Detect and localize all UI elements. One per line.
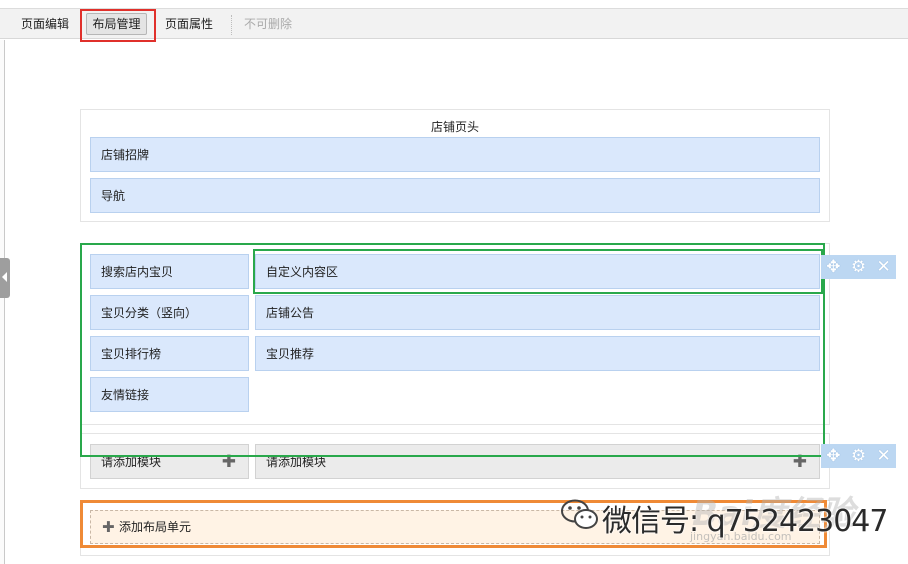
left-panel-edge: [0, 40, 5, 564]
arrow-left-icon: [2, 272, 7, 282]
section-controls-main: ✥ ⚙ ✕: [821, 255, 896, 279]
gear-icon[interactable]: ⚙: [851, 444, 866, 468]
watermark: Bai度经验 jingyan.baidu.com 微信号: q752423047: [560, 490, 908, 550]
section-controls-add: ✥ ⚙ ✕: [821, 444, 896, 468]
wechat-icon: [561, 499, 598, 529]
add-module-right-label: 请添加模块: [266, 455, 327, 469]
green-highlight-custom-content: [253, 249, 823, 294]
move-icon[interactable]: ✥: [826, 444, 840, 468]
module-shop-sign[interactable]: 店铺招牌: [90, 137, 820, 172]
header-section-title: 店铺页头: [430, 120, 479, 134]
move-icon[interactable]: ✥: [826, 255, 840, 279]
toolbar: 页面编辑 布局管理 页面属性 不可删除: [0, 8, 908, 42]
close-icon[interactable]: ✕: [877, 255, 891, 279]
module-navigation[interactable]: 导航: [90, 178, 820, 213]
tab-page-properties[interactable]: 页面属性: [165, 16, 213, 32]
wechat-id-text: 微信号: q752423047: [602, 504, 888, 539]
gear-icon[interactable]: ⚙: [851, 255, 866, 279]
toolbar-divider: [231, 15, 232, 35]
no-delete-label: 不可删除: [244, 17, 293, 31]
add-module-left-label: 请添加模块: [101, 455, 162, 469]
collapse-panel-handle[interactable]: [0, 258, 10, 298]
close-icon[interactable]: ✕: [877, 444, 891, 468]
red-highlight-box: [80, 9, 156, 42]
tab-page-edit[interactable]: 页面编辑: [21, 16, 69, 32]
